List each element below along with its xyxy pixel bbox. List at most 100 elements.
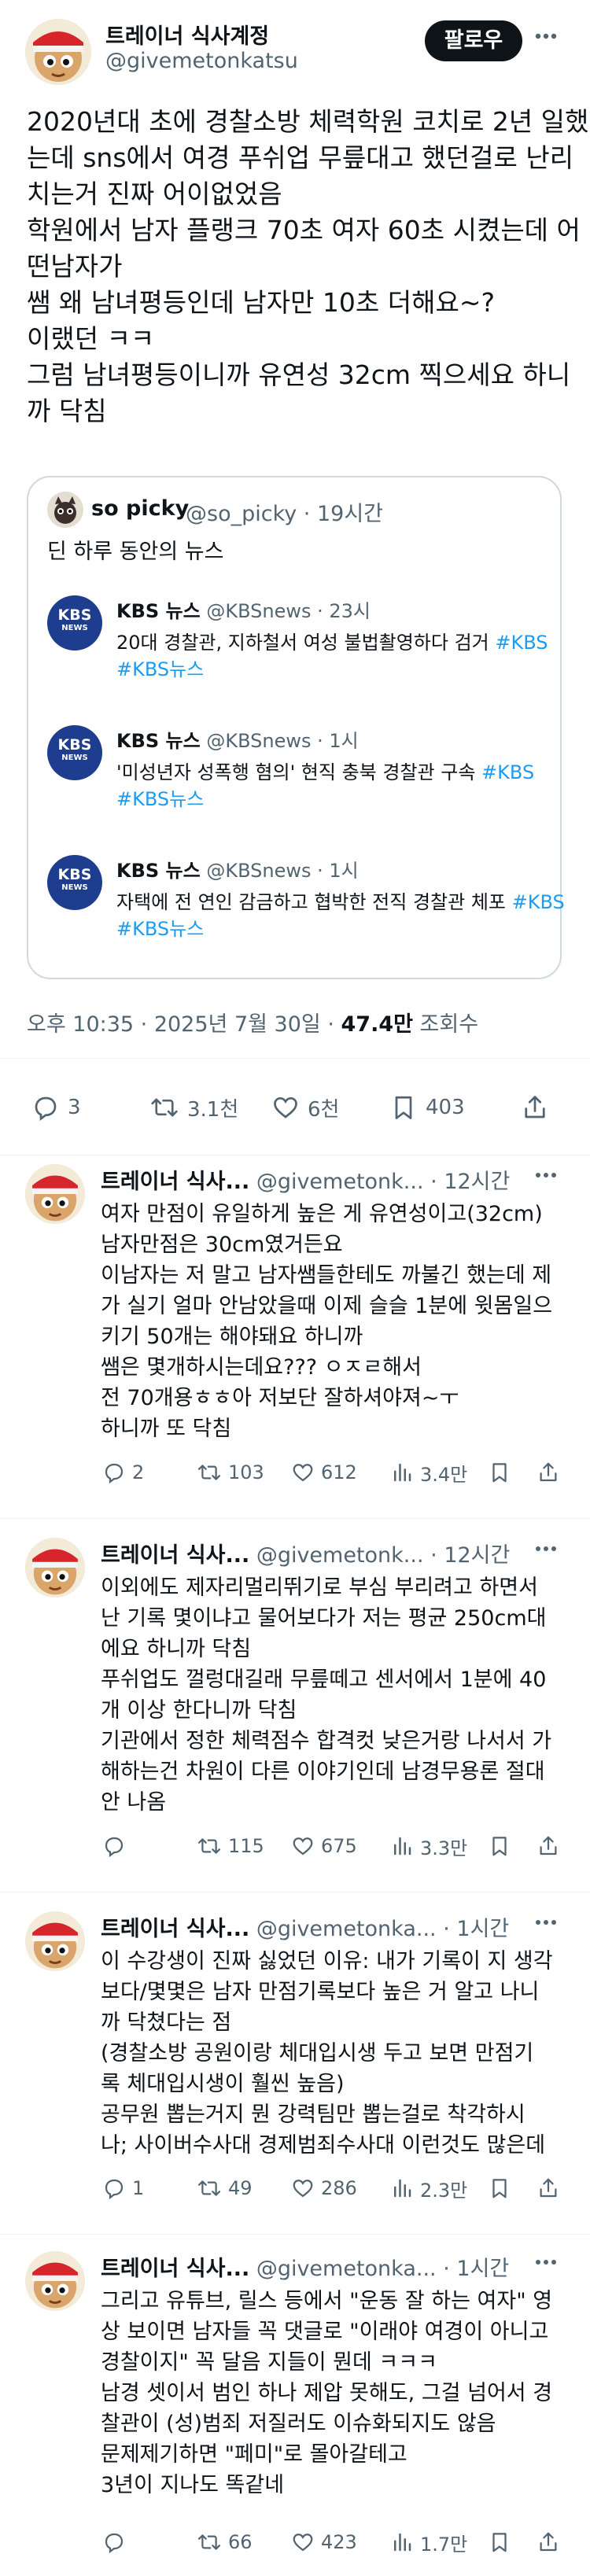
reply-line: 푸쉬업도 껄렁대길래 무릎떼고 센서에서 1분에 40 [101, 1668, 547, 1692]
reply-author-name[interactable]: 트레이너 식사... [101, 1170, 249, 1194]
reply-button[interactable]: 2 [102, 1455, 144, 1490]
news-author-handle: @KBSnews · 1시 [206, 860, 359, 882]
bookmark-button[interactable]: 403 [389, 1084, 465, 1131]
news-header: KBS 뉴스 @KBSnews · 23시 [116, 595, 371, 623]
hashtag-link[interactable]: #KBS뉴스 [116, 788, 204, 810]
views-button[interactable]: 1.7만 [390, 2525, 467, 2559]
hashtag-link[interactable]: #KBS뉴스 [116, 658, 204, 680]
reply-author-handle[interactable]: @givemetonka... [256, 1917, 437, 1941]
reply-button[interactable] [102, 2525, 132, 2559]
like-button[interactable]: 675 [291, 1829, 357, 1863]
views-icon [394, 1463, 411, 1482]
bookmark-button[interactable] [488, 2525, 518, 2559]
heart-icon [293, 2180, 313, 2198]
like-button[interactable]: 423 [291, 2525, 357, 2559]
reply-author-name[interactable]: 트레이너 식사... [101, 2257, 249, 2281]
hashtag-link[interactable]: #KBS [489, 632, 548, 654]
hashtag-link[interactable]: #KBS [475, 761, 534, 783]
like-count: 6천 [308, 1097, 340, 1122]
retweet-button[interactable]: 49 [197, 2171, 253, 2206]
reply-author-handle[interactable]: @givemetonk... [256, 1170, 424, 1194]
follow-button[interactable]: 팔로우 [425, 20, 522, 61]
reply-author-avatar[interactable] [25, 1538, 85, 1598]
more-icon[interactable] [532, 1908, 560, 1937]
tweet-meta: 오후 10:35 · 2025년 7월 30일 · 47.4만 조회수 [27, 1007, 478, 1037]
reply-time[interactable]: · 12시간 [430, 1170, 510, 1194]
views-button[interactable]: 3.3만 [390, 1829, 467, 1863]
reply-author-handle[interactable]: @givemetonk... [256, 1543, 424, 1568]
retweet-icon [197, 1465, 221, 1480]
share-button[interactable] [537, 1829, 566, 1863]
bookmark-button[interactable] [488, 1829, 518, 1863]
news-header: KBS 뉴스 @KBSnews · 1시 [116, 855, 359, 883]
share-button[interactable] [537, 1455, 566, 1490]
tweet-timestamp[interactable]: 오후 10:35 · 2025년 7월 30일 · [27, 1012, 341, 1037]
reply-line: 이남자는 저 말고 남자쌤들한테도 까불긴 했는데 제 [101, 1263, 552, 1288]
heart-icon [293, 2534, 313, 2552]
author-handle[interactable]: @givemetonkatsu [105, 49, 298, 73]
views-button[interactable]: 2.3만 [390, 2171, 467, 2206]
quoted-tweet-text: 딘 하루 동안의 뉴스 [47, 540, 224, 564]
reply-time[interactable]: · 12시간 [430, 1543, 510, 1568]
more-icon[interactable] [532, 22, 560, 50]
retweet-icon [197, 1838, 221, 1854]
tweet-line: 이랬던 ㅋㅋ [27, 323, 155, 354]
retweet-button[interactable]: 115 [197, 1829, 264, 1863]
news-item[interactable]: KBS NEWS KBS 뉴스 @KBSnews · 23시 20대 경찰관, 지… [47, 595, 548, 682]
reply-author-name[interactable]: 트레이너 식사... [101, 1543, 249, 1568]
reply-line: 난 기록 몇이냐고 물어보다가 저는 평균 250cm대 [101, 1606, 547, 1631]
reply-tweet[interactable]: 트레이너 식사... @givemetonka... · 1시간 이 수강생이 … [0, 1911, 590, 2226]
reply-button[interactable]: 3 [31, 1084, 81, 1131]
news-author-name: KBS 뉴스 [116, 600, 201, 622]
views-button[interactable]: 3.4만 [390, 1455, 467, 1490]
news-item[interactable]: KBS NEWS KBS 뉴스 @KBSnews · 1시 '미성년자 성폭행 혐… [47, 725, 543, 812]
like-button[interactable]: 612 [291, 1455, 357, 1490]
hashtag-link[interactable]: #KBS뉴스 [116, 918, 204, 940]
like-count: 675 [321, 1835, 357, 1857]
share-button[interactable] [537, 2171, 566, 2206]
reply-header: 트레이너 식사... @givemetonka... · 1시간 [101, 1911, 549, 1942]
hashtag-link[interactable]: #KBS [506, 891, 565, 913]
kbs-news-logo: KBS NEWS [47, 595, 102, 650]
quoted-tweet-card[interactable]: so picky @so_picky · 19시간 딘 하루 동안의 뉴스 KB… [27, 476, 565, 979]
retweet-count: 49 [228, 2177, 253, 2199]
bookmark-icon [395, 1096, 412, 1119]
reply-author-avatar[interactable] [25, 1911, 85, 1971]
reply-author-avatar[interactable] [25, 2251, 85, 2311]
more-icon[interactable] [532, 1161, 560, 1189]
reply-tweet[interactable]: 트레이너 식사... @givemetonk... · 12시간 이외에도 제자… [0, 1538, 590, 1884]
reply-author-avatar[interactable] [25, 1164, 85, 1224]
reply-time[interactable]: · 1시간 [443, 1917, 509, 1941]
reply-button[interactable]: 1 [102, 2171, 144, 2206]
like-button[interactable]: 6천 [271, 1084, 339, 1131]
author-name[interactable]: 트레이너 식사계정 [105, 19, 269, 50]
tweet-line: 학원에서 남자 플랭크 70초 여자 60초 시켰는데 어 [27, 215, 581, 245]
author-avatar[interactable] [25, 19, 91, 85]
reply-header: 트레이너 식사... @givemetonk... · 12시간 [101, 1538, 549, 1568]
reply-button[interactable] [102, 1829, 132, 1863]
like-button[interactable]: 286 [291, 2171, 357, 2206]
reply-line: 상 보이면 남자들 꼭 댓글로 "이래야 여경이 아니고 [101, 2320, 549, 2344]
view-count: 3.3만 [420, 1837, 468, 1859]
retweet-button[interactable]: 3.1천 [149, 1084, 238, 1131]
share-button[interactable] [521, 1084, 557, 1131]
reply-tweet[interactable]: 트레이너 식사... @givemetonk... · 12시간 여자 만점이 … [0, 1164, 590, 1510]
like-count: 423 [321, 2531, 357, 2553]
news-item[interactable]: KBS NEWS KBS 뉴스 @KBSnews · 1시 자택에 전 연인 감금… [47, 855, 565, 942]
reply-icon [105, 1463, 124, 1484]
reply-tweet[interactable]: 트레이너 식사... @givemetonka... · 1시간 그리고 유튜브… [0, 2251, 590, 2566]
more-icon[interactable] [532, 2248, 560, 2276]
reply-line: 문제제기하면 "페미"로 몰아갈테고 [101, 2442, 407, 2467]
retweet-button[interactable]: 103 [197, 1455, 264, 1490]
more-icon[interactable] [532, 1535, 560, 1563]
bookmark-button[interactable] [488, 1455, 518, 1490]
reply-time[interactable]: · 1시간 [443, 2257, 509, 2281]
reply-author-name[interactable]: 트레이너 식사... [101, 1917, 249, 1941]
retweet-button[interactable]: 66 [197, 2525, 253, 2559]
bookmark-button[interactable] [488, 2171, 518, 2206]
reply-header: 트레이너 식사... @givemetonk... · 12시간 [101, 1164, 549, 1195]
share-icon [540, 1462, 557, 1482]
reply-author-handle[interactable]: @givemetonka... [256, 2257, 437, 2281]
reply-icon [105, 2533, 124, 2554]
share-button[interactable] [537, 2525, 566, 2559]
